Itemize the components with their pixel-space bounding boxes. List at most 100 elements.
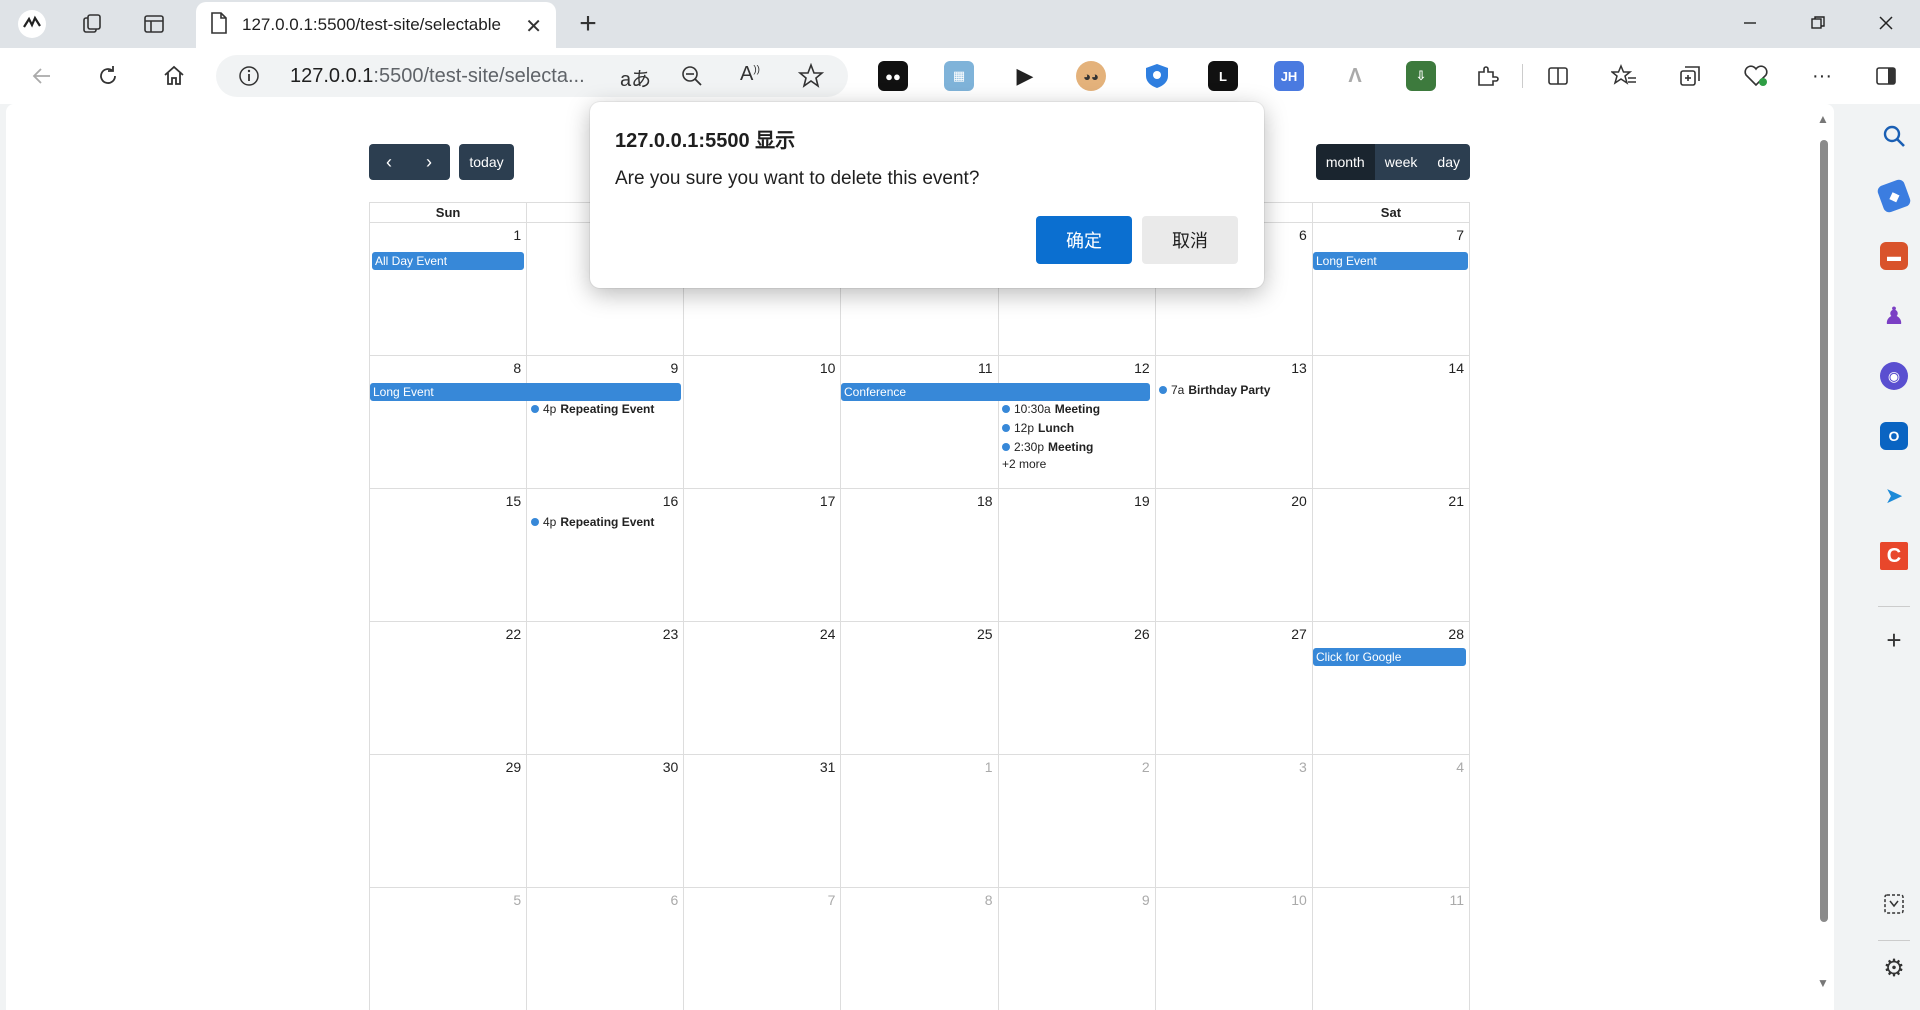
day-cell[interactable]: 26 — [997, 621, 1156, 755]
event-long-week1[interactable]: Long Event — [1313, 252, 1468, 270]
day-cell[interactable]: 4 — [1311, 754, 1471, 888]
site-info-icon[interactable] — [238, 65, 260, 92]
day-cell[interactable]: 2 — [997, 754, 1156, 888]
restore-button[interactable] — [1784, 0, 1852, 46]
day-cell[interactable]: 16 — [526, 488, 685, 622]
outlook-icon[interactable]: O — [1880, 422, 1908, 450]
scroll-up-icon[interactable]: ▲ — [1817, 112, 1829, 126]
send-icon[interactable]: ➤ — [1880, 482, 1908, 510]
day-number[interactable]: 1 — [985, 759, 993, 775]
browser-essentials-icon[interactable] — [1738, 58, 1774, 94]
event-meeting-1030[interactable]: 10:30a Meeting — [1002, 402, 1100, 416]
address-bar[interactable]: 127.0.0.1:5500/test-site/selecta... aあ A… — [216, 55, 848, 97]
day-cell[interactable]: 25 — [840, 621, 999, 755]
day-number[interactable]: 8 — [513, 360, 521, 376]
dialog-cancel-button[interactable]: 取消 — [1142, 216, 1238, 264]
day-number[interactable]: 10 — [820, 360, 836, 376]
event-repeating-9[interactable]: 4p Repeating Event — [531, 402, 654, 416]
day-number[interactable]: 2 — [1142, 759, 1150, 775]
day-number[interactable]: 9 — [1142, 892, 1150, 908]
day-number[interactable]: 28 — [1448, 626, 1464, 642]
day-cell[interactable]: 22 — [368, 621, 528, 755]
day-number[interactable]: 15 — [506, 493, 522, 509]
add-sidebar-app-icon[interactable]: + — [1880, 625, 1908, 655]
extension-shield-icon[interactable] — [1142, 61, 1172, 91]
day-number[interactable]: 29 — [506, 759, 522, 775]
day-number[interactable]: 6 — [670, 892, 678, 908]
prev-month-button[interactable]: ‹ — [369, 144, 409, 180]
games-icon[interactable]: ♟ — [1880, 302, 1908, 330]
event-lunch[interactable]: 12p Lunch — [1002, 421, 1074, 435]
split-screen-icon[interactable] — [1540, 58, 1576, 94]
tools-icon[interactable]: ▬ — [1880, 242, 1908, 270]
day-cell[interactable]: 8 — [368, 355, 528, 489]
day-number[interactable]: 21 — [1448, 493, 1464, 509]
extension-tracker-icon[interactable]: ●● — [878, 61, 908, 91]
favorites-icon[interactable] — [1606, 58, 1642, 94]
scrollbar-thumb[interactable] — [1820, 140, 1828, 922]
view-week-button[interactable]: week — [1374, 144, 1428, 180]
day-number[interactable]: 13 — [1291, 360, 1307, 376]
day-cell[interactable]: 20 — [1154, 488, 1313, 622]
extension-l-icon[interactable]: L — [1208, 61, 1238, 91]
day-number[interactable]: 24 — [820, 626, 836, 642]
day-number[interactable]: 12 — [1134, 360, 1150, 376]
day-cell[interactable]: 13 — [1154, 355, 1313, 489]
extension-a-icon[interactable]: Λ — [1340, 61, 1370, 91]
more-events-link[interactable]: +2 more — [1002, 457, 1046, 471]
day-cell[interactable]: 21 — [1311, 488, 1471, 622]
minimize-button[interactable] — [1716, 0, 1784, 46]
page-scrollbar[interactable]: ▲ ▼ — [1812, 104, 1834, 1010]
day-cell[interactable]: 1 — [840, 754, 999, 888]
day-number[interactable]: 7 — [828, 892, 836, 908]
day-number[interactable]: 17 — [820, 493, 836, 509]
extension-image-icon[interactable]: ▦ — [944, 61, 974, 91]
day-cell[interactable]: 23 — [526, 621, 685, 755]
day-cell[interactable]: 1 — [368, 222, 528, 356]
url-text[interactable]: 127.0.0.1:5500/test-site/selecta... — [290, 65, 585, 88]
event-conference[interactable]: Conference — [841, 383, 1150, 401]
active-tab[interactable]: 127.0.0.1:5500/test-site/selectable ✕ — [196, 2, 556, 48]
day-number[interactable]: 7 — [1456, 227, 1464, 243]
day-cell[interactable]: 3 — [1154, 754, 1313, 888]
day-cell[interactable]: 31 — [683, 754, 842, 888]
home-icon[interactable] — [156, 58, 192, 94]
zoom-icon[interactable] — [680, 64, 704, 93]
view-month-button[interactable]: month — [1315, 144, 1375, 180]
scroll-down-icon[interactable]: ▼ — [1817, 976, 1829, 990]
next-month-button[interactable]: › — [409, 144, 449, 180]
extension-c-icon[interactable]: C — [1880, 542, 1908, 570]
day-cell[interactable]: 11 — [840, 355, 999, 489]
screenshot-icon[interactable] — [1880, 890, 1908, 918]
profile-icon[interactable] — [12, 6, 52, 42]
sidebar-toggle-icon[interactable] — [1868, 58, 1904, 94]
day-number[interactable]: 3 — [1299, 759, 1307, 775]
day-cell[interactable]: 14 — [1311, 355, 1471, 489]
day-number[interactable]: 31 — [820, 759, 836, 775]
close-tab-icon[interactable]: ✕ — [525, 14, 542, 39]
day-number[interactable]: 4 — [1456, 759, 1464, 775]
day-cell[interactable]: 7 — [1311, 222, 1471, 356]
view-day-button[interactable]: day — [1427, 144, 1470, 180]
day-number[interactable]: 5 — [513, 892, 521, 908]
settings-gear-icon[interactable]: ⚙ — [1880, 954, 1908, 982]
day-number[interactable]: 11 — [1449, 892, 1464, 908]
event-long-week2[interactable]: Long Event — [370, 383, 681, 401]
workspaces-icon[interactable] — [72, 6, 112, 42]
day-cell[interactable]: 7 — [683, 887, 842, 1010]
day-cell[interactable]: 6 — [526, 887, 685, 1010]
event-birthday[interactable]: 7a Birthday Party — [1159, 383, 1270, 397]
day-number[interactable]: 9 — [670, 360, 678, 376]
day-number[interactable]: 30 — [663, 759, 679, 775]
day-number[interactable]: 23 — [663, 626, 679, 642]
day-number[interactable]: 25 — [977, 626, 993, 642]
translate-icon[interactable]: aあ — [620, 63, 651, 92]
day-cell[interactable]: 19 — [997, 488, 1156, 622]
day-cell[interactable]: 11 — [1311, 887, 1471, 1010]
copilot-icon[interactable]: ◉ — [1880, 362, 1908, 390]
day-cell[interactable]: 9 — [997, 887, 1156, 1010]
extension-jh-icon[interactable]: JH — [1274, 61, 1304, 91]
day-number[interactable]: 11 — [978, 360, 993, 376]
shopping-tag-icon[interactable]: ◆ — [1876, 178, 1912, 214]
back-icon[interactable] — [24, 58, 60, 94]
